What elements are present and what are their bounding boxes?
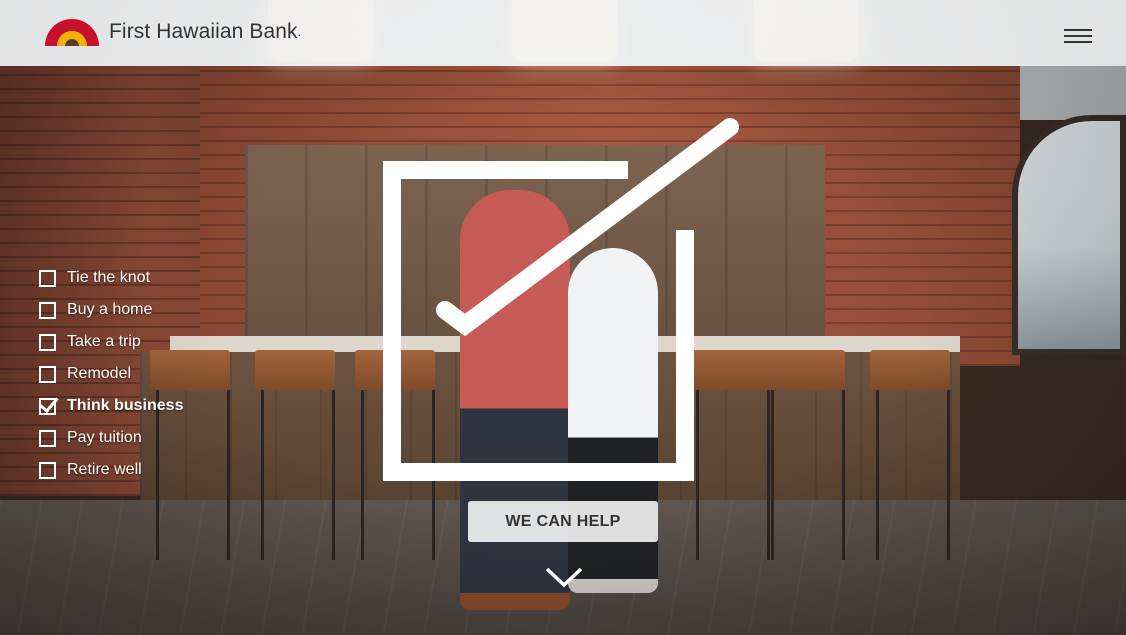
large-checkbox-check-icon bbox=[383, 118, 739, 481]
hamburger-menu-icon[interactable] bbox=[1060, 20, 1096, 48]
rainbow-logo-icon bbox=[45, 19, 99, 46]
brand-logo-link[interactable]: First Hawaiian Bank. bbox=[43, 17, 301, 47]
financial-goals-list: Tie the knot Buy a home Take a trip Remodel… bbox=[39, 262, 183, 486]
goal-item[interactable]: Take a trip bbox=[39, 326, 183, 358]
goal-label: Tie the knot bbox=[67, 269, 151, 286]
chevron-down-icon[interactable] bbox=[545, 566, 583, 588]
brand-name: First Hawaiian Bank bbox=[109, 20, 298, 43]
goal-item[interactable]: Buy a home bbox=[39, 294, 183, 326]
goal-label: Take a trip bbox=[67, 333, 141, 350]
site-header: First Hawaiian Bank. bbox=[0, 0, 1126, 66]
goal-label: Retire well bbox=[67, 461, 142, 478]
goal-item[interactable]: Retire well bbox=[39, 454, 183, 486]
goal-item[interactable]: Pay tuition bbox=[39, 422, 183, 454]
goal-item[interactable]: Tie the knot bbox=[39, 262, 183, 294]
checkbox-icon[interactable] bbox=[39, 429, 56, 447]
we-can-help-button[interactable]: WE CAN HELP bbox=[468, 501, 658, 542]
checkbox-icon[interactable] bbox=[39, 301, 56, 319]
goal-item[interactable]: Remodel bbox=[39, 358, 183, 390]
checkbox-icon[interactable] bbox=[39, 333, 56, 351]
checked-checkbox-icon[interactable] bbox=[39, 397, 56, 415]
checkbox-icon[interactable] bbox=[39, 269, 56, 287]
goal-label: Think business bbox=[67, 397, 184, 414]
goal-label: Pay tuition bbox=[67, 429, 142, 446]
goal-label: Buy a home bbox=[67, 301, 153, 318]
checkbox-icon[interactable] bbox=[39, 365, 56, 383]
brand-trademark-dot: . bbox=[297, 25, 301, 39]
goal-label: Remodel bbox=[67, 365, 132, 382]
checkbox-icon[interactable] bbox=[39, 461, 56, 479]
goal-item[interactable]: Think business bbox=[39, 390, 183, 422]
